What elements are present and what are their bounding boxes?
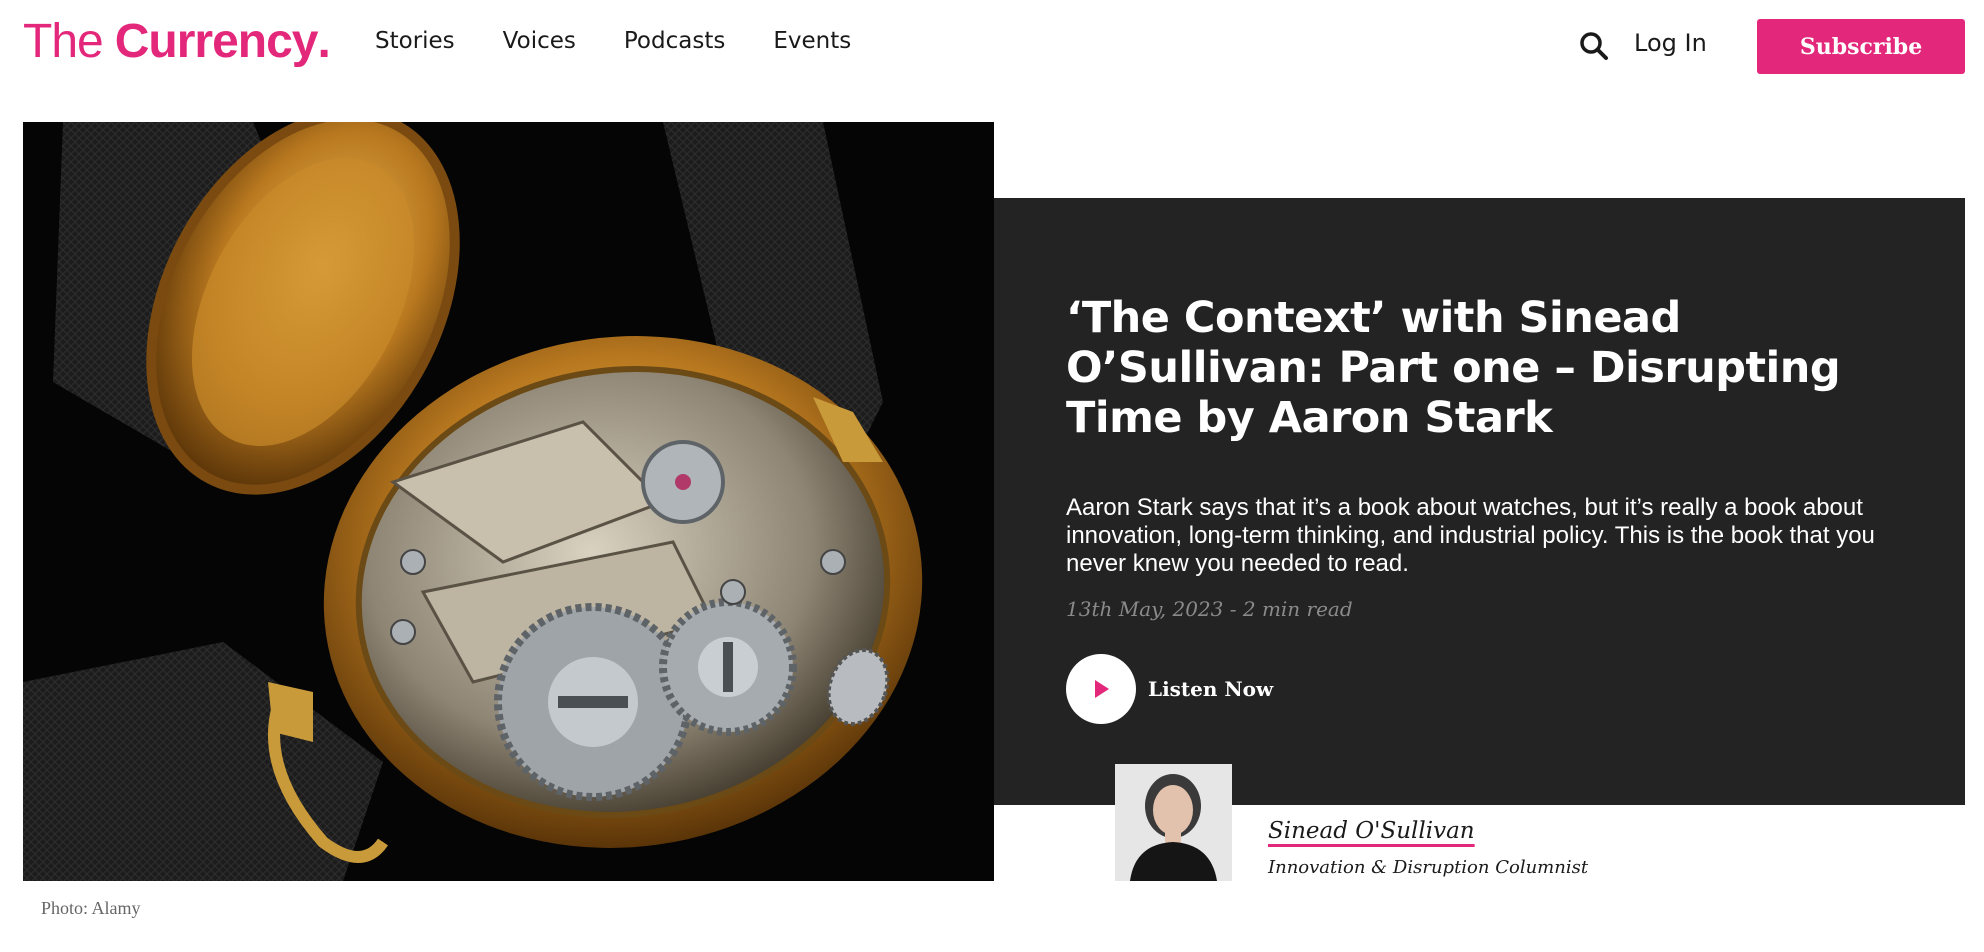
login-link[interactable]: Log In	[1634, 29, 1707, 57]
play-icon	[1066, 654, 1136, 724]
logo-part-2: Currency	[114, 15, 319, 68]
photo-caption: Photo: Alamy	[41, 898, 141, 918]
article-excerpt: Aaron Stark says that it’s a book about …	[1066, 494, 1875, 577]
logo-dot: .	[317, 15, 330, 68]
author-avatar[interactable]	[1115, 764, 1232, 881]
listen-now-button[interactable]: Listen Now	[1066, 654, 1273, 724]
article-meta: 13th May, 2023 - 2 min read	[1066, 597, 1353, 621]
logo-part-1: The	[23, 15, 104, 68]
listen-now-label: Listen Now	[1148, 677, 1274, 701]
nav-item-podcasts[interactable]: Podcasts	[624, 28, 725, 54]
article-title[interactable]: ‘The Context’ with Sinead O’Sullivan: Pa…	[1066, 293, 1896, 443]
hero-image	[23, 122, 994, 881]
main-nav: Stories Voices Podcasts Events	[375, 28, 851, 54]
search-icon[interactable]	[1578, 30, 1610, 62]
nav-item-events[interactable]: Events	[773, 28, 851, 54]
nav-item-voices[interactable]: Voices	[503, 28, 576, 54]
site-header: The Currency . Stories Voices Podcasts E…	[0, 0, 1984, 92]
author-name-link[interactable]: Sinead O'Sullivan	[1268, 818, 1475, 844]
author-role: Innovation & Disruption Columnist	[1268, 857, 1589, 878]
subscribe-button[interactable]: Subscribe	[1757, 19, 1965, 74]
site-logo[interactable]: The Currency .	[23, 14, 331, 74]
nav-item-stories[interactable]: Stories	[375, 28, 455, 54]
